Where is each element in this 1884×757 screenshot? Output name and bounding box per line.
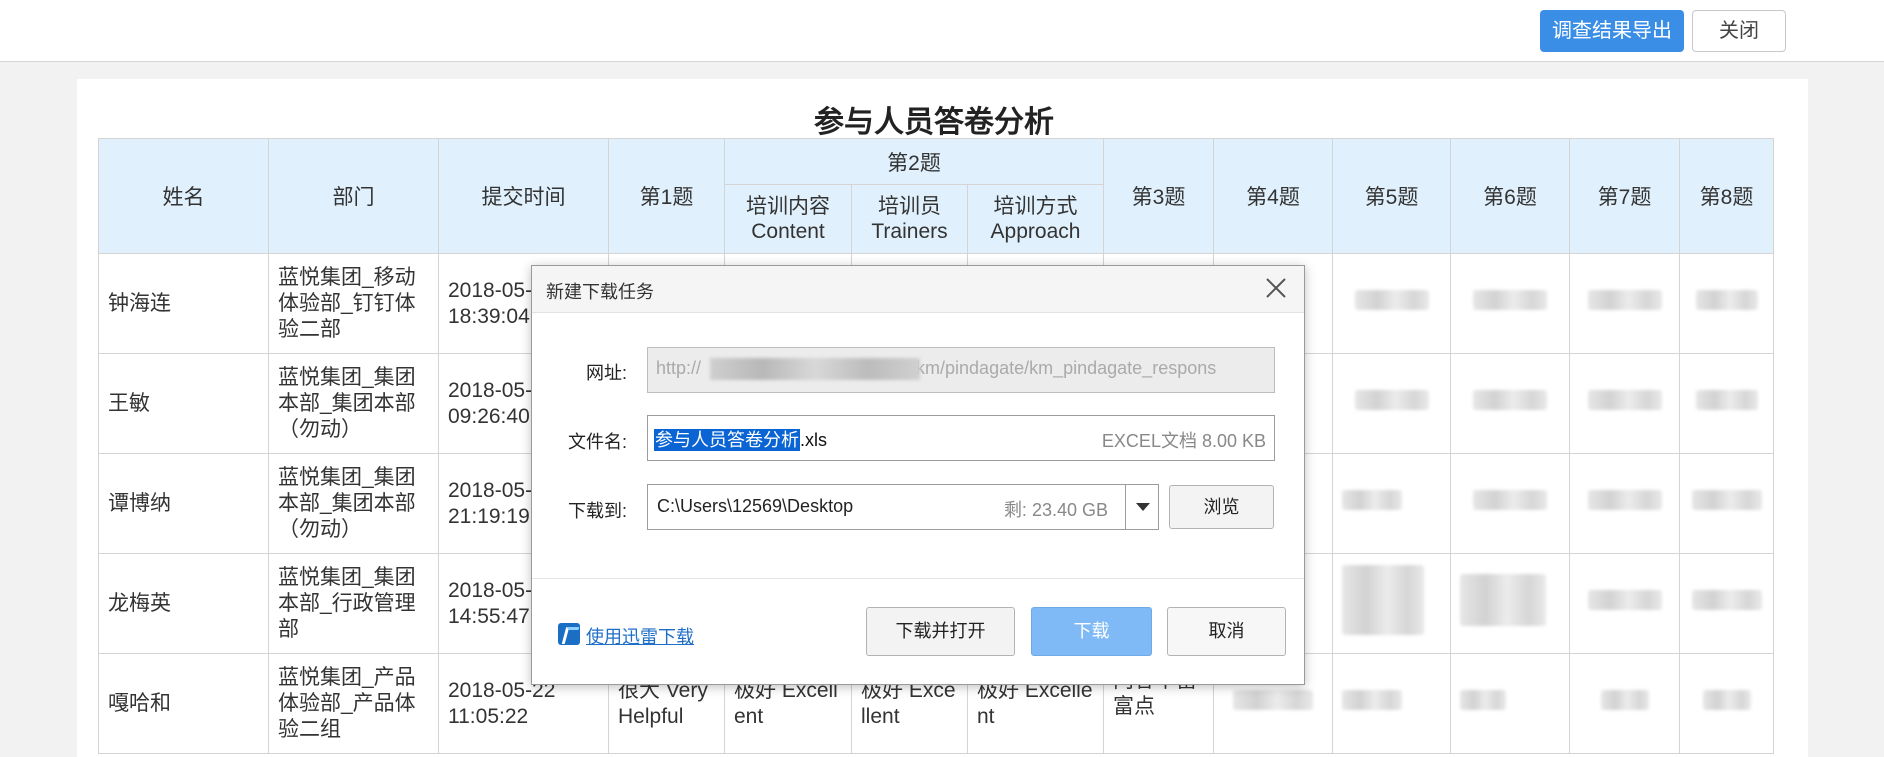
header-q2: 第2题 [724, 138, 1104, 185]
header-q6: 第6题 [1450, 138, 1570, 254]
dialog-title: 新建下载任务 [546, 282, 654, 302]
redacted-cell [1342, 490, 1402, 510]
header-time: 提交时间 [438, 138, 609, 254]
redacted-cell [1460, 574, 1546, 626]
header-q2-trainers: 培训员 Trainers [851, 184, 968, 254]
download-and-open-button[interactable]: 下载并打开 [866, 607, 1015, 656]
download-button[interactable]: 下载 [1031, 607, 1152, 656]
redacted-cell [1702, 690, 1751, 710]
redacted-cell [1587, 490, 1662, 510]
redacted-cell [1342, 565, 1424, 635]
cancel-button[interactable]: 取消 [1167, 607, 1286, 656]
filename-selected-text: 参与人员答卷分析 [654, 429, 800, 451]
redacted-cell [1473, 290, 1547, 310]
saveto-label: 下载到: [567, 501, 627, 521]
header-q4: 第4题 [1213, 138, 1333, 254]
filename-label: 文件名: [567, 432, 627, 452]
cell-name: 谭博纳 [98, 453, 269, 554]
redacted-cell [1691, 590, 1762, 610]
header-q1: 第1题 [608, 138, 725, 254]
cell-name: 龙梅英 [98, 553, 269, 654]
redacted-cell [1354, 390, 1429, 410]
download-dialog: 新建下载任务 网址: http:///km/pindagate/km_pinda… [531, 265, 1305, 685]
free-space: 剩: 23.40 GB [1003, 500, 1108, 520]
redacted-cell [1473, 490, 1547, 510]
header-name: 姓名 [98, 138, 269, 254]
redacted-url [710, 358, 920, 380]
cell-dept: 蓝悦集团_集团本部_行政管理部 [268, 553, 439, 654]
saveto-path: C:\Users\12569\Desktop [657, 496, 854, 516]
chevron-down-icon[interactable] [1125, 484, 1159, 530]
close-button[interactable]: 关闭 [1692, 10, 1786, 52]
top-toolbar: 调查结果导出 关闭 [0, 0, 1884, 62]
redacted-cell [1600, 690, 1649, 710]
redacted-cell [1233, 690, 1313, 710]
redacted-cell [1342, 690, 1402, 710]
dialog-header: 新建下载任务 [532, 266, 1304, 313]
cell-dept: 蓝悦集团_移动体验部_钉钉体验二部 [268, 253, 439, 354]
page-title: 参与人员答卷分析 [814, 106, 1054, 139]
close-icon[interactable] [1262, 274, 1290, 302]
redacted-cell [1587, 590, 1662, 610]
browse-button[interactable]: 浏览 [1169, 485, 1274, 529]
header-dept: 部门 [268, 138, 439, 254]
saveto-field[interactable]: C:\Users\12569\Desktop 剩: 23.40 GB [647, 484, 1159, 530]
redacted-cell [1691, 490, 1762, 510]
filename-field[interactable]: 参与人员答卷分析.xls EXCEL文档 8.00 KB [647, 415, 1275, 461]
redacted-cell [1460, 690, 1506, 710]
header-q2-approach: 培训方式 Approach [967, 184, 1104, 254]
header-q2-content: 培训内容 Content [724, 184, 852, 254]
redacted-cell [1587, 390, 1662, 410]
header-q8: 第8题 [1679, 138, 1774, 254]
redacted-cell [1354, 290, 1429, 310]
url-field[interactable]: http:///km/pindagate/km_pindagate_respon… [647, 347, 1275, 393]
thunder-icon [558, 623, 580, 645]
use-xunlei-link[interactable]: 使用迅雷下载 [586, 623, 694, 649]
redacted-cell [1695, 390, 1758, 410]
cell-name: 王敏 [98, 353, 269, 454]
cell-name: 钟海连 [98, 253, 269, 354]
redacted-cell [1473, 390, 1547, 410]
export-results-button[interactable]: 调查结果导出 [1540, 10, 1684, 52]
filename-extension: .xls [800, 430, 827, 450]
header-q7: 第7题 [1569, 138, 1680, 254]
redacted-cell [1695, 290, 1758, 310]
cell-name: 嘎哈和 [98, 653, 269, 754]
header-q5: 第5题 [1332, 138, 1451, 254]
divider [532, 578, 1304, 579]
cell-dept: 蓝悦集团_产品体验部_产品体验二组 [268, 653, 439, 754]
url-label: 网址: [585, 363, 627, 383]
cell-dept: 蓝悦集团_集团本部_集团本部（勿动） [268, 453, 439, 554]
file-type-size: EXCEL文档 8.00 KB [1101, 431, 1266, 451]
redacted-cell [1587, 290, 1662, 310]
header-q3: 第3题 [1103, 138, 1214, 254]
cell-dept: 蓝悦集团_集团本部_集团本部（勿动） [268, 353, 439, 454]
